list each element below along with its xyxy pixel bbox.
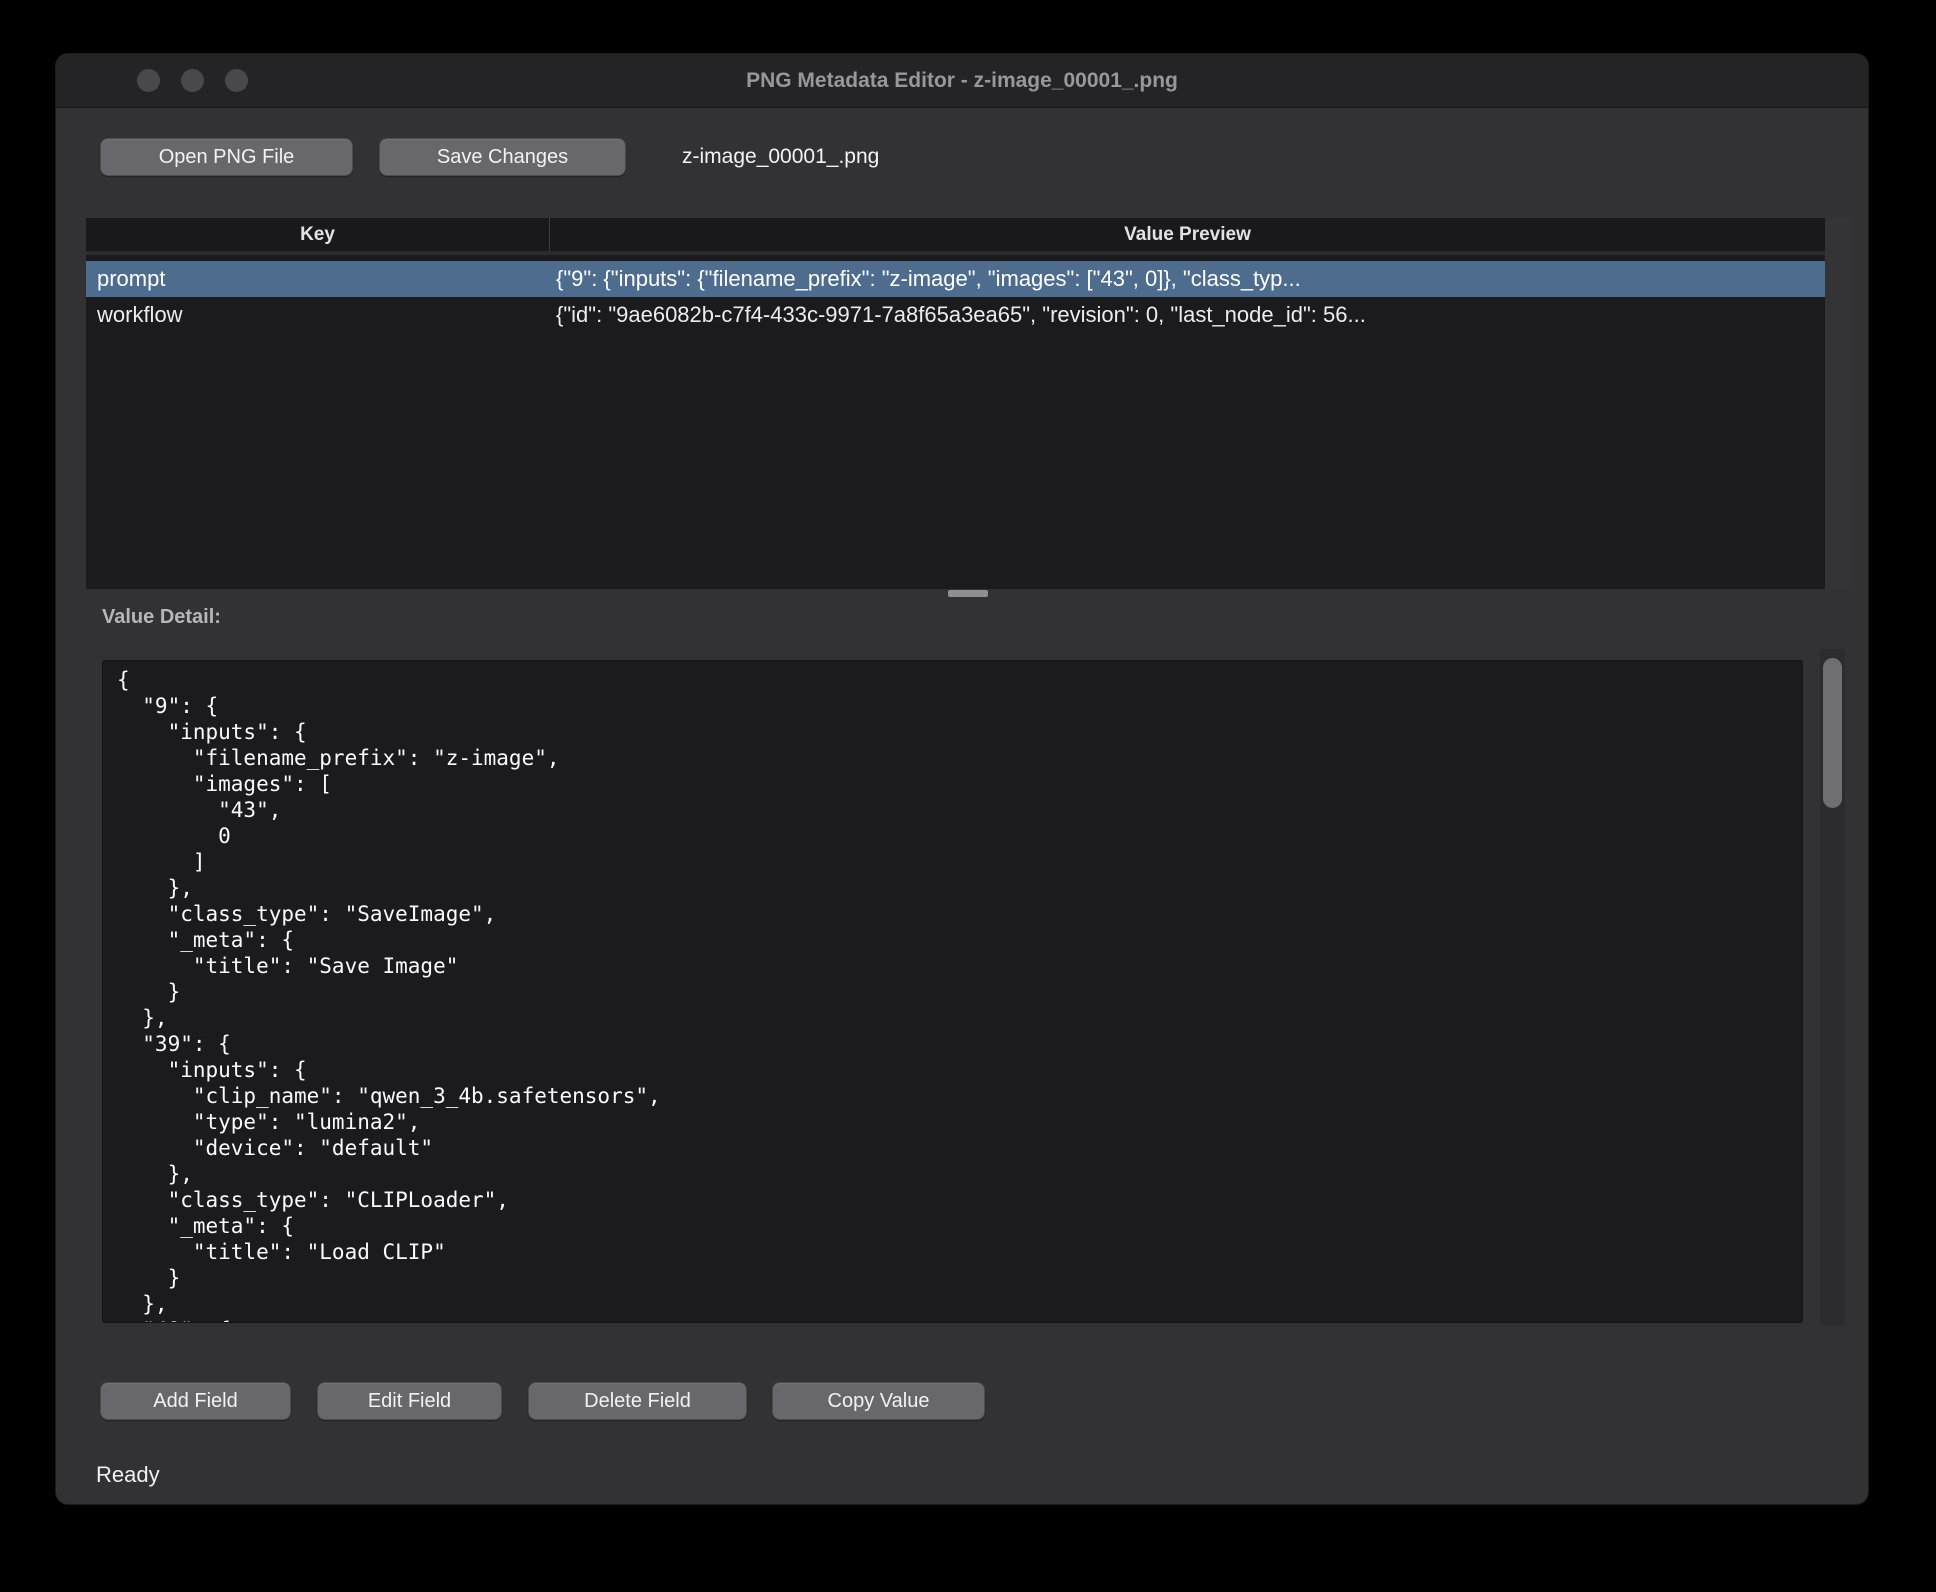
splitter-handle[interactable] bbox=[948, 590, 988, 597]
table-row-workflow[interactable]: workflow {"id": "9ae6082b-c7f4-433c-9971… bbox=[86, 297, 1825, 333]
table-scrollbar-gutter[interactable] bbox=[1825, 218, 1850, 589]
window-title: PNG Metadata Editor - z-image_00001_.png bbox=[56, 54, 1868, 108]
value-detail-textarea[interactable]: { "9": { "inputs": { "filename_prefix": … bbox=[102, 660, 1803, 1323]
table-header: Key Value Preview bbox=[86, 218, 1825, 255]
status-text: Ready bbox=[96, 1462, 160, 1488]
app-window: PNG Metadata Editor - z-image_00001_.png… bbox=[56, 54, 1868, 1504]
row-key: prompt bbox=[86, 266, 550, 292]
row-value-preview: {"id": "9ae6082b-c7f4-433c-9971-7a8f65a3… bbox=[550, 302, 1825, 328]
title-bar[interactable]: PNG Metadata Editor - z-image_00001_.png bbox=[56, 54, 1868, 108]
current-filename-label: z-image_00001_.png bbox=[682, 138, 879, 176]
column-header-value-preview[interactable]: Value Preview bbox=[550, 218, 1825, 251]
table-body: prompt {"9": {"inputs": {"filename_prefi… bbox=[86, 261, 1825, 333]
table-row-prompt[interactable]: prompt {"9": {"inputs": {"filename_prefi… bbox=[86, 261, 1825, 297]
save-changes-button[interactable]: Save Changes bbox=[379, 138, 626, 176]
row-value-preview: {"9": {"inputs": {"filename_prefix": "z-… bbox=[550, 266, 1825, 292]
detail-scrollbar-thumb[interactable] bbox=[1823, 658, 1842, 808]
delete-field-button[interactable]: Delete Field bbox=[528, 1382, 747, 1420]
detail-scrollbar-track[interactable] bbox=[1820, 649, 1845, 1326]
column-header-key[interactable]: Key bbox=[86, 218, 550, 251]
row-key: workflow bbox=[86, 302, 550, 328]
edit-field-button[interactable]: Edit Field bbox=[317, 1382, 502, 1420]
copy-value-button[interactable]: Copy Value bbox=[772, 1382, 985, 1420]
value-detail-content: { "9": { "inputs": { "filename_prefix": … bbox=[103, 661, 1802, 1323]
metadata-table: Key Value Preview prompt {"9": {"inputs"… bbox=[86, 218, 1850, 589]
value-detail-label: Value Detail: bbox=[102, 606, 221, 629]
add-field-button[interactable]: Add Field bbox=[100, 1382, 291, 1420]
open-png-file-button[interactable]: Open PNG File bbox=[100, 138, 353, 176]
